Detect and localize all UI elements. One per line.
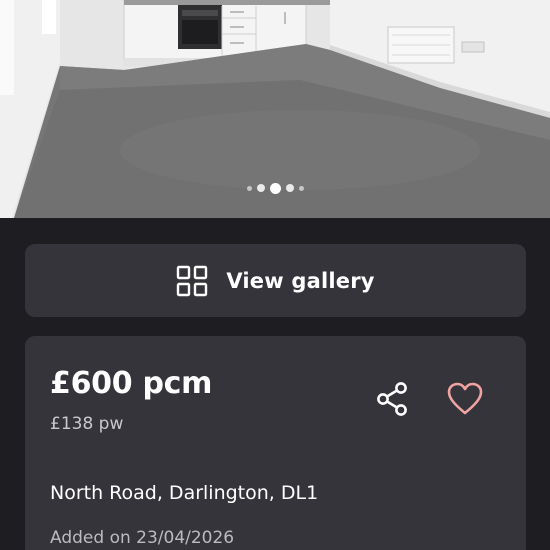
view-gallery-label: View gallery xyxy=(226,268,375,293)
property-detail-screen: View gallery £600 pcm £138 pw North Road… xyxy=(0,0,550,550)
carousel-dot xyxy=(285,184,294,192)
property-photo[interactable] xyxy=(0,0,550,218)
monthly-price: £600 pcm xyxy=(50,366,213,401)
favourite-button[interactable] xyxy=(446,381,484,417)
grid-icon xyxy=(177,265,208,296)
carousel-indicator xyxy=(0,181,550,195)
share-button[interactable] xyxy=(373,380,411,418)
carousel-dot xyxy=(256,184,265,192)
property-address: North Road, Darlington, DL1 xyxy=(50,482,319,504)
weekly-price: £138 pw xyxy=(50,414,124,434)
view-gallery-button[interactable]: View gallery xyxy=(25,244,526,317)
listing-summary-card: £600 pcm £138 pw North Road, Darlington,… xyxy=(25,336,526,550)
heart-icon xyxy=(447,382,483,415)
share-icon xyxy=(377,382,407,416)
carousel-dot xyxy=(246,185,252,191)
added-date: Added on 23/04/2026 xyxy=(50,528,235,548)
carousel-dot xyxy=(298,185,304,191)
carousel-dot-active xyxy=(269,182,281,194)
